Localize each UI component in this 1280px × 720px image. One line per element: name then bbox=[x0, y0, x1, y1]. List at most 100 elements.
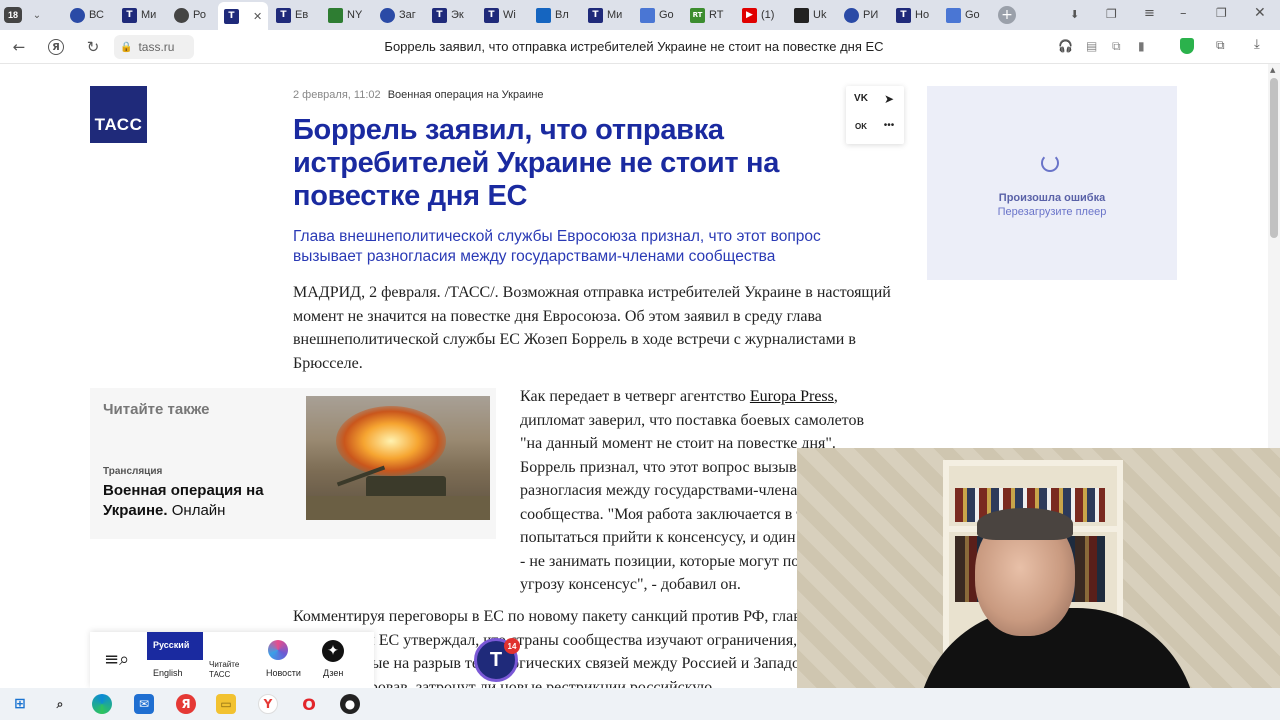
tass-logo-text: ТАСС bbox=[94, 115, 143, 134]
article-date: 2 февраля, 11:02 bbox=[293, 89, 381, 101]
browser-tab[interactable]: RT RT bbox=[690, 4, 736, 26]
notification-badge: 14 bbox=[504, 638, 520, 654]
close-tab-icon[interactable]: ✕ bbox=[253, 10, 262, 23]
browser-tab[interactable]: T Ми bbox=[122, 4, 168, 26]
tass-icon: T bbox=[224, 8, 239, 24]
read-also-title-rest: Онлайн bbox=[167, 502, 226, 519]
explosion-fire bbox=[336, 406, 446, 476]
browser-tab[interactable]: РИ bbox=[844, 4, 890, 26]
browser-tab[interactable]: T Ев bbox=[276, 4, 322, 26]
new-tab-button[interactable]: + bbox=[998, 6, 1016, 24]
scrollbar-thumb[interactable] bbox=[1270, 78, 1278, 238]
back-arrow-icon[interactable]: ← bbox=[10, 38, 28, 56]
yandex-logo-icon[interactable]: Я bbox=[48, 39, 64, 55]
scroll-up-arrow-icon[interactable]: ▲ bbox=[1270, 66, 1275, 74]
article-rubric[interactable]: Военная операция на Украине bbox=[388, 89, 544, 101]
browser-tab[interactable]: Ро bbox=[174, 4, 220, 26]
tass-icon: T bbox=[896, 7, 911, 23]
news-label[interactable]: Новости bbox=[266, 668, 301, 678]
url-field[interactable]: 🔒 tass.ru bbox=[114, 35, 194, 59]
close-window-button[interactable]: ✕ bbox=[1254, 5, 1266, 21]
read-also-title[interactable]: Военная операция на Украине. Онлайн bbox=[103, 481, 293, 521]
collections-icon[interactable]: ❐ bbox=[1106, 7, 1117, 21]
tass-icon: T bbox=[588, 7, 603, 23]
image-icon bbox=[536, 7, 551, 23]
browser-tab[interactable]: Go bbox=[946, 4, 992, 26]
article-meta: 2 февраля, 11:02 Военная операция на Укр… bbox=[293, 89, 544, 101]
menu-icon[interactable]: ≡ bbox=[1144, 6, 1155, 21]
video-player[interactable]: Произошла ошибка Перезагрузите плеер bbox=[927, 86, 1177, 280]
browser-tab-label: (1) bbox=[761, 9, 775, 21]
browser-tab[interactable]: T Эк bbox=[432, 4, 478, 26]
yandex-icon[interactable]: Я bbox=[176, 694, 196, 714]
player-reload-text[interactable]: Перезагрузите плеер bbox=[927, 206, 1177, 218]
browser-tab-label: Go bbox=[659, 9, 674, 21]
rt-icon: RT bbox=[690, 7, 705, 23]
lock-icon: 🔒 bbox=[120, 41, 133, 53]
read-tass-button[interactable]: Читайте ТАСС bbox=[209, 660, 253, 680]
browser-tab-label: Ми bbox=[141, 9, 157, 21]
news-icon[interactable] bbox=[268, 640, 288, 660]
tass-logo[interactable]: ТАСС bbox=[90, 86, 147, 143]
tab-count-badge[interactable]: 18 bbox=[4, 7, 22, 23]
vk-share-icon[interactable]: VK bbox=[852, 93, 870, 104]
bookmark-icon[interactable]: ▮ bbox=[1138, 39, 1145, 53]
file-explorer-icon[interactable]: ▭ bbox=[216, 694, 236, 714]
more-share-icon[interactable]: ••• bbox=[880, 120, 898, 131]
read-also-card[interactable]: Читайте также Трансляция Военная операци… bbox=[90, 388, 496, 539]
opera-icon[interactable]: O bbox=[299, 694, 319, 714]
obs-icon[interactable]: ● bbox=[340, 694, 360, 714]
menu-search-icon[interactable]: ≡⌕ bbox=[104, 649, 129, 670]
edge-icon[interactable] bbox=[92, 694, 112, 714]
reader-mode-icon[interactable]: ▤ bbox=[1086, 39, 1097, 53]
reload-icon[interactable]: ↻ bbox=[84, 38, 102, 56]
minimize-button[interactable]: – bbox=[1180, 6, 1187, 21]
europa-press-link[interactable]: Europa Press bbox=[750, 388, 834, 405]
page-content: ТАСС 2 февраля, 11:02 Военная операция н… bbox=[0, 64, 1280, 688]
restore-button[interactable]: ❐ bbox=[1216, 6, 1227, 20]
read-also-tag: Трансляция bbox=[103, 466, 163, 477]
browser-tab[interactable]: ▶ (1) bbox=[742, 4, 788, 26]
browser-tab[interactable]: ВС bbox=[70, 4, 116, 26]
telegram-share-icon[interactable]: ➤ bbox=[880, 92, 898, 106]
browser-tab[interactable]: Заг bbox=[380, 4, 426, 26]
browser-tab-bar: 18 ⌄ ВС T Ми Ро T Ев NY Заг T Эк T Wi Вл T Ми Go RT RT ▶ (1… bbox=[0, 0, 1280, 30]
tass-icon: T bbox=[122, 7, 137, 23]
browser-tab[interactable]: Uk bbox=[794, 4, 840, 26]
lang-russian-button[interactable]: Русский bbox=[147, 632, 203, 660]
browser-tab-label: ВС bbox=[89, 9, 104, 21]
browser-tab-label: Вл bbox=[555, 9, 569, 21]
article-title: Боррель заявил, что отправка истребителе… bbox=[293, 114, 780, 212]
downloads-icon[interactable]: ⤓ bbox=[1254, 37, 1260, 52]
windows-start-icon[interactable]: ⊞ bbox=[10, 694, 30, 714]
browser-tab[interactable]: T Но bbox=[896, 4, 942, 26]
search-icon[interactable]: ⌕ bbox=[50, 694, 70, 714]
extensions-icon[interactable]: ⧉ bbox=[1216, 38, 1225, 53]
browser-tab[interactable]: T Ми bbox=[588, 4, 634, 26]
zen-icon[interactable]: ✦ bbox=[322, 640, 344, 662]
browser-tab[interactable]: Go bbox=[640, 4, 686, 26]
browser-tab[interactable]: T Wi bbox=[484, 4, 530, 26]
browser-tab-label: Ро bbox=[193, 9, 206, 21]
headphones-icon[interactable]: 🎧 bbox=[1058, 39, 1073, 53]
lang-english-button[interactable]: English bbox=[153, 668, 183, 678]
globe-icon bbox=[844, 7, 859, 23]
tab-list-chevron-icon[interactable]: ⌄ bbox=[28, 7, 46, 23]
browser-tab[interactable]: NY bbox=[328, 4, 374, 26]
translate-page-icon[interactable]: ⧉ bbox=[1112, 39, 1121, 54]
browser-tab-label: Wi bbox=[503, 9, 516, 21]
browser-tab-active[interactable]: T ✕ bbox=[218, 2, 268, 30]
ok-share-icon[interactable]: OK bbox=[852, 122, 870, 131]
read-also-image[interactable] bbox=[306, 396, 490, 520]
tass-icon: T bbox=[432, 7, 447, 23]
browser-tab[interactable]: Вл bbox=[536, 4, 582, 26]
person-hair bbox=[977, 508, 1073, 540]
zen-label[interactable]: Дзен bbox=[323, 668, 343, 678]
mail-icon[interactable]: ✉ bbox=[134, 694, 154, 714]
tass-icon: T bbox=[276, 7, 291, 23]
protect-shield-icon[interactable] bbox=[1180, 38, 1194, 54]
address-bar: ← Я ↻ 🔒 tass.ru Боррель заявил, что отпр… bbox=[0, 30, 1280, 64]
download-icon[interactable]: ⬇ bbox=[1070, 8, 1079, 21]
yandex-browser-icon[interactable]: Y bbox=[258, 694, 278, 714]
browser-tab-label: Ев bbox=[295, 9, 309, 21]
